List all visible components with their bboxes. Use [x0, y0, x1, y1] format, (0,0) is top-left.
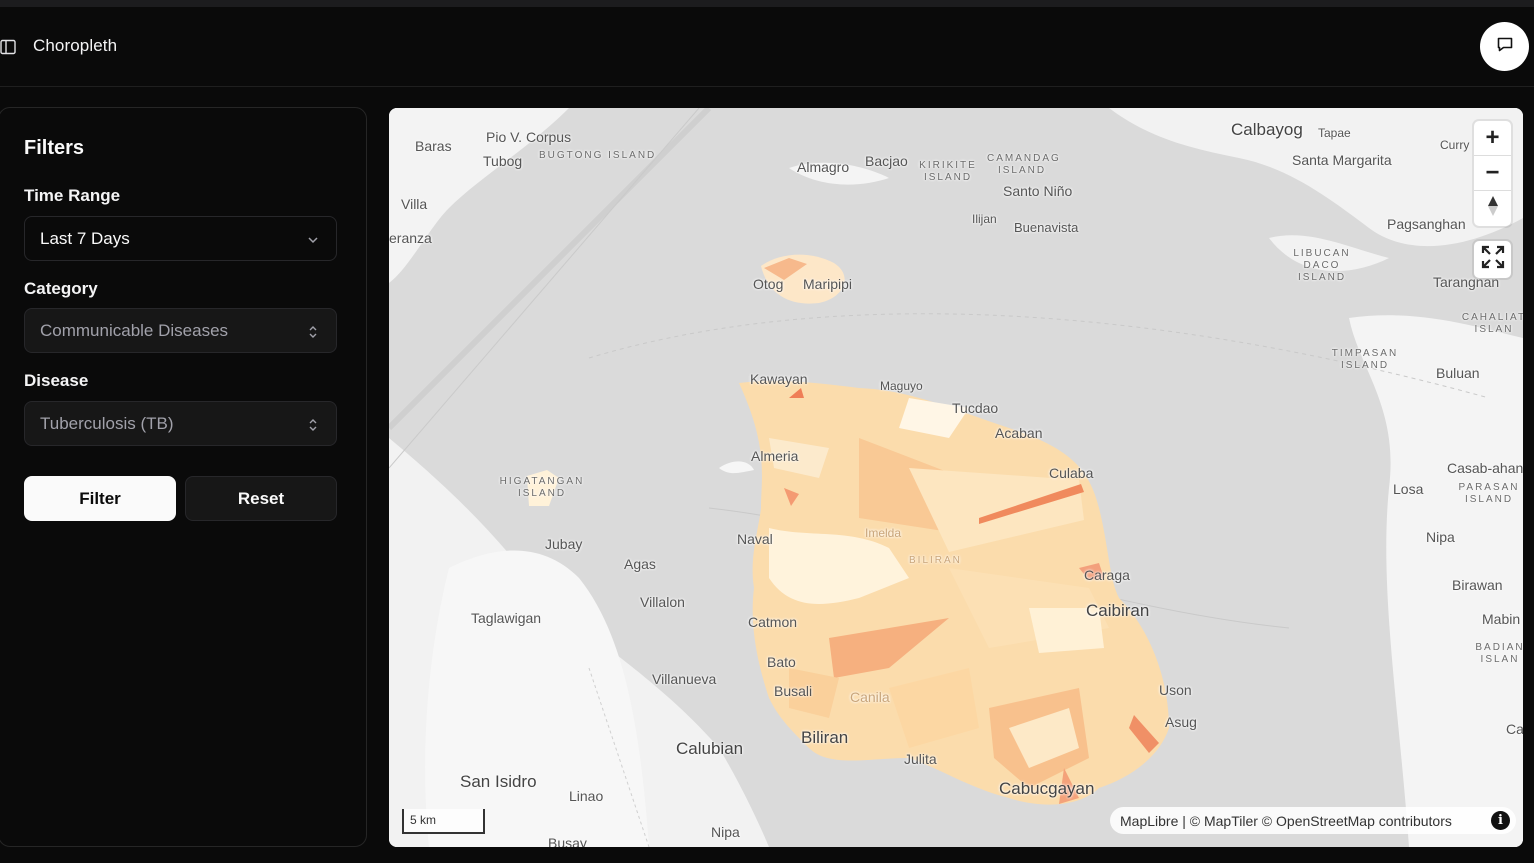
place-label: Otog [753, 276, 784, 292]
place-label: Calbayog [1231, 120, 1303, 139]
island-label: CAMANDAG ISLAND [987, 153, 1061, 176]
place-label: Villalon [640, 594, 685, 610]
place-label: Imelda [865, 526, 902, 540]
island-label: BUGTONG ISLAND [539, 150, 657, 161]
place-label: Taglawigan [471, 610, 542, 626]
island-label: HIGATANGAN ISLAND [499, 476, 585, 499]
place-label: Pagsanghan [1387, 216, 1466, 232]
place-label: Almeria [751, 448, 799, 464]
place-label: Canila [850, 689, 890, 705]
place-label: Birawan [1452, 577, 1503, 593]
place-label: Santo Niño [1003, 183, 1073, 199]
zoom-out-button[interactable]: − [1474, 156, 1511, 191]
fullscreen-icon [1481, 245, 1505, 274]
place-label: Maripipi [803, 276, 853, 292]
place-label: Linao [569, 788, 604, 804]
reset-bearing-button[interactable] [1474, 191, 1511, 226]
category-value: Communicable Diseases [40, 320, 229, 340]
place-label: Nipa [1426, 529, 1455, 545]
place-label: Losa [1393, 481, 1424, 497]
choropleth-map[interactable]: Baras Pio V. Corpus Tubog BUGTONG ISLAND… [389, 108, 1523, 847]
chat-button[interactable] [1480, 22, 1529, 71]
place-label: Buluan [1436, 365, 1480, 381]
time-range-select[interactable]: Last 7 Days [24, 216, 337, 261]
filters-heading: Filters [24, 137, 85, 159]
place-label: Uson [1159, 682, 1192, 698]
place-label: Bacjao [865, 153, 908, 169]
island-label: BADIAN ISLAN [1475, 642, 1523, 665]
reset-button[interactable]: Reset [185, 476, 337, 521]
filter-button[interactable]: Filter [24, 476, 176, 521]
place-label: Baras [415, 138, 452, 154]
island-label: TIMPASAN ISLAND [1331, 348, 1399, 371]
place-label: Almagro [797, 159, 850, 175]
place-label: Tucdao [952, 400, 999, 416]
place-label: Tubog [483, 153, 523, 169]
place-label: Acaban [995, 425, 1043, 441]
info-icon[interactable]: i [1491, 811, 1510, 830]
zoom-in-button[interactable]: + [1474, 121, 1511, 156]
place-label: Culaba [1049, 465, 1094, 481]
island-label: LIBUCAN DACO ISLAND [1293, 248, 1351, 283]
chevron-up-down-icon [306, 417, 320, 431]
page-title: Choropleth [33, 36, 118, 55]
window-top-strip [0, 0, 1534, 7]
chevron-down-icon [306, 232, 320, 246]
place-label: San Isidro [460, 772, 537, 791]
place-label: Buenavista [1014, 220, 1079, 235]
map-navigation-controls: + − [1474, 121, 1511, 226]
map-attribution: MapLibre | © MapTiler © OpenStreetMap co… [1110, 807, 1516, 834]
plus-icon: + [1485, 124, 1500, 151]
app-header: Choropleth [0, 7, 1534, 87]
place-label: Nipa [711, 824, 740, 840]
place-label: Calubian [676, 739, 744, 758]
place-label: Agas [624, 556, 656, 572]
fullscreen-button[interactable] [1474, 241, 1511, 278]
time-range-value: Last 7 Days [40, 228, 130, 248]
place-label: Julita [904, 751, 937, 767]
island-label: KIRIKITE ISLAND [919, 160, 977, 183]
place-label: Pio V. Corpus [486, 129, 572, 145]
place-label: Caraga [1084, 567, 1130, 583]
category-select[interactable]: Communicable Diseases [24, 308, 337, 353]
place-label: Villa [401, 196, 428, 212]
place-label: Jubay [545, 536, 583, 552]
place-label: eranza [389, 230, 432, 246]
place-label: Catmon [748, 614, 798, 630]
island-label: CAHALIAT ISLAN [1461, 312, 1523, 335]
place-label: Cabucgayan [999, 779, 1095, 798]
place-label: Curry [1440, 138, 1470, 152]
place-label: Naval [737, 531, 773, 547]
place-label: Santa Margarita [1292, 152, 1392, 168]
place-label: BILIRAN [909, 555, 962, 566]
chevron-up-down-icon [306, 324, 320, 338]
place-label: Mabin [1482, 611, 1521, 627]
place-label: Kawayan [750, 371, 808, 387]
place-label: Casab-ahan [1447, 460, 1523, 476]
map-scale-bar: 5 km [402, 809, 485, 834]
attribution-text: MapLibre | © MapTiler © OpenStreetMap co… [1120, 812, 1452, 829]
place-label: Ilijan [972, 212, 997, 226]
disease-select[interactable]: Tuberculosis (TB) [24, 401, 337, 446]
disease-label: Disease [24, 371, 89, 390]
place-label: Tapae [1318, 126, 1351, 140]
compass-icon [1486, 195, 1500, 222]
place-label: Maguyo [880, 379, 923, 393]
place-label: Villanueva [652, 671, 717, 687]
place-label: Busay [548, 835, 587, 847]
message-icon [1495, 34, 1515, 59]
place-label: Busali [774, 683, 813, 699]
disease-value: Tuberculosis (TB) [40, 413, 174, 433]
sidebar-toggle-icon[interactable] [0, 39, 16, 55]
place-label: Biliran [801, 728, 849, 747]
place-label: Bato [767, 654, 796, 670]
island-label: PARASAN ISLAND [1458, 482, 1520, 505]
place-label: Ca [1506, 721, 1523, 737]
category-label: Category [24, 279, 98, 298]
time-range-label: Time Range [24, 186, 121, 205]
place-label: Asug [1165, 714, 1197, 730]
place-label: Caibiran [1086, 601, 1150, 620]
minus-icon: − [1485, 159, 1500, 186]
